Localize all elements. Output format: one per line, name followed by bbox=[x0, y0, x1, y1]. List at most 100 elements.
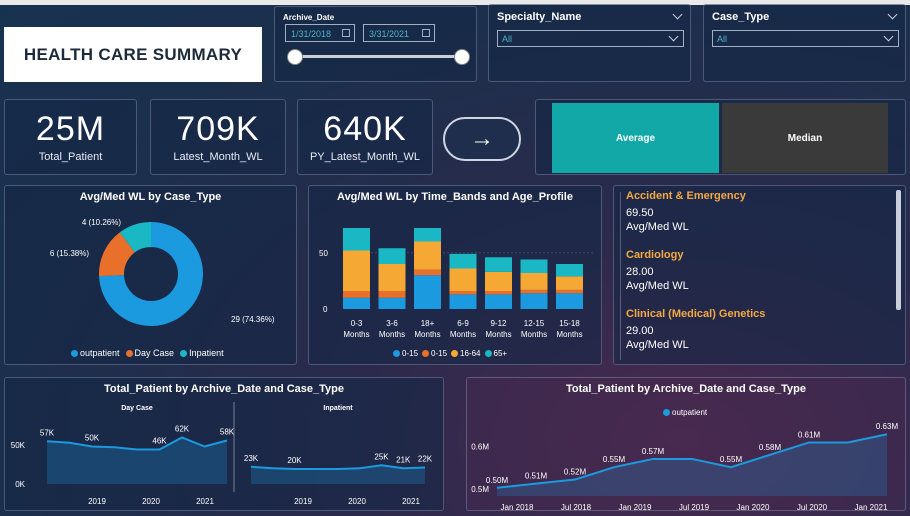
range-handle-end[interactable] bbox=[454, 49, 470, 65]
data-label: 25K bbox=[374, 452, 389, 461]
donut-chart-panel: Avg/Med WL by Case_Type 29 (74.36%) 6 (15… bbox=[4, 185, 297, 365]
bar-segment bbox=[414, 275, 441, 309]
donut-legend: outpatient Day Case Inpatient bbox=[71, 348, 224, 358]
kpi-label: Total_Patient bbox=[38, 151, 103, 163]
y-tick-label: 50 bbox=[319, 249, 328, 258]
data-label: 62K bbox=[175, 425, 190, 434]
x-tick-label: 15-18 bbox=[559, 319, 580, 328]
next-page-button[interactable]: → bbox=[443, 117, 521, 161]
x-tick-label: 9-12 bbox=[490, 319, 507, 328]
x-tick-label: 0-3 bbox=[351, 319, 363, 328]
kpi-value: 25M bbox=[35, 110, 106, 148]
kpi-latest-month-wl: 709K Latest_Month_WL bbox=[150, 99, 286, 175]
x-tick-label: Jan 2020 bbox=[737, 503, 770, 512]
chevron-down-icon bbox=[668, 31, 679, 42]
data-label: 20K bbox=[287, 456, 302, 465]
median-label: Median bbox=[787, 132, 823, 144]
collapse-chevron-icon[interactable] bbox=[672, 9, 683, 20]
scrollbar-thumb[interactable] bbox=[896, 190, 901, 310]
bar-segment bbox=[343, 297, 370, 309]
x-tick-label-unit: Months bbox=[521, 330, 547, 339]
bar-segment bbox=[449, 268, 477, 291]
specialty-slicer[interactable]: Specialty_Name All bbox=[488, 4, 691, 82]
data-label: 46K bbox=[152, 437, 167, 446]
x-tick-label: 2021 bbox=[196, 497, 214, 506]
date-slicer-title: Archive_Date bbox=[283, 13, 335, 22]
calendar-icon[interactable] bbox=[342, 29, 350, 37]
x-tick-label: 2019 bbox=[294, 497, 312, 506]
donut-chart[interactable]: 29 (74.36%) 6 (15.38%) 4 (10.26%) bbox=[5, 204, 298, 354]
specialty-card: Cardiology 28.00 Avg/Med WL bbox=[626, 249, 689, 292]
legend-item-age-0-15[interactable]: 0-15 bbox=[393, 349, 418, 358]
x-tick-label: 2019 bbox=[88, 497, 106, 506]
range-handle-start[interactable] bbox=[287, 49, 303, 65]
specialty-name: Accident & Emergency bbox=[626, 190, 746, 202]
case-type-dropdown[interactable]: All bbox=[712, 30, 899, 47]
arrow-right-icon: → bbox=[470, 125, 494, 152]
legend-item-age-65-plus[interactable]: 65+ bbox=[484, 349, 507, 358]
case-type-slicer[interactable]: Case_Type All bbox=[703, 4, 906, 82]
bar-segment bbox=[556, 264, 583, 277]
y-tick-label: 0 bbox=[323, 305, 328, 314]
small-multiples-title: Total_Patient by Archive_Date and Case_T… bbox=[103, 383, 345, 395]
start-date-value: 1/31/2018 bbox=[291, 29, 332, 39]
series-line bbox=[250, 464, 426, 470]
donut-data-label: 4 (10.26%) bbox=[82, 218, 121, 227]
small-multiples-chart[interactable]: 50K 0K Day Case 57K 50K 46K 62K 58K 2019 2020 2021… bbox=[5, 400, 445, 510]
bar-segment bbox=[378, 248, 406, 264]
y-tick-label: 50K bbox=[11, 441, 26, 450]
end-date-input[interactable]: 3/31/2021 bbox=[363, 24, 435, 42]
collapse-chevron-icon[interactable] bbox=[887, 9, 898, 20]
y-tick-label: 0K bbox=[15, 480, 25, 489]
data-label: 21K bbox=[396, 455, 411, 464]
kpi-py-latest-month-wl: 640K PY_Latest_Month_WL bbox=[297, 99, 433, 175]
kpi-total-patient: 25M Total_Patient bbox=[4, 99, 137, 175]
date-slicer[interactable]: Archive_Date 1/31/2018 3/31/2021 bbox=[274, 6, 477, 82]
bar-segment bbox=[414, 269, 441, 276]
median-toggle-button[interactable]: Median bbox=[722, 103, 888, 173]
calendar-icon[interactable] bbox=[422, 29, 430, 37]
date-range-track bbox=[295, 55, 463, 58]
bar-segment bbox=[556, 289, 583, 294]
data-label: 0.50M bbox=[486, 476, 509, 485]
x-tick-label: Jan 2019 bbox=[619, 503, 652, 512]
specialty-name: Cardiology bbox=[626, 249, 684, 261]
bar-segment bbox=[556, 293, 583, 309]
bar-segment bbox=[449, 291, 477, 295]
bar-segment bbox=[556, 276, 583, 290]
legend-item-outpatient: outpatient bbox=[672, 408, 708, 417]
data-label: 0.61M bbox=[798, 430, 821, 439]
data-label: 0.51M bbox=[525, 472, 548, 481]
divider bbox=[620, 192, 621, 360]
stacked-bar-title: Avg/Med WL by Time_Bands and Age_Profile bbox=[337, 191, 573, 203]
start-date-input[interactable]: 1/31/2018 bbox=[285, 24, 355, 42]
legend-item-outpatient[interactable]: outpatient bbox=[71, 348, 120, 358]
average-toggle-button[interactable]: Average bbox=[552, 103, 719, 173]
specialty-label: Avg/Med WL bbox=[626, 221, 689, 233]
outpatient-legend[interactable]: outpatient bbox=[663, 408, 707, 417]
x-tick-label-unit: Months bbox=[556, 330, 582, 339]
bar-segment bbox=[378, 297, 406, 309]
specialty-label: Avg/Med WL bbox=[626, 280, 689, 292]
panel-title: Day Case bbox=[121, 405, 153, 412]
page-title: HEALTH CARE SUMMARY bbox=[4, 27, 262, 82]
stacked-bar-chart[interactable]: 0 50 0-3 Months 3-6 Months 18+ Months 6-9 Months 9… bbox=[309, 204, 603, 344]
outpatient-chart-panel: Total_Patient by Archive_Date and Case_T… bbox=[466, 377, 907, 513]
data-label: 0.58M bbox=[759, 443, 782, 452]
x-tick-label: Jul 2020 bbox=[797, 503, 828, 512]
specialty-card: Clinical (Medical) Genetics 29.00 Avg/Me… bbox=[626, 308, 765, 351]
bar-segment bbox=[343, 228, 370, 251]
outpatient-chart-title: Total_Patient by Archive_Date and Case_T… bbox=[565, 383, 807, 395]
legend-item-age-0-15-b[interactable]: 0-15 bbox=[422, 349, 447, 358]
data-label: 50K bbox=[85, 434, 100, 443]
legend-item-inpatient[interactable]: Inpatient bbox=[180, 348, 224, 358]
bar-segment bbox=[449, 253, 477, 269]
bar-segment bbox=[414, 241, 441, 270]
outpatient-line-chart[interactable]: 0.6M 0.5M0.50M 0.51M 0.52M 0.55M 0.57M 0.55M 0.… bbox=[467, 418, 907, 513]
legend-item-day-case[interactable]: Day Case bbox=[125, 348, 174, 358]
data-label: 0.63M bbox=[876, 422, 899, 431]
bar-segment bbox=[343, 250, 370, 291]
specialty-dropdown[interactable]: All bbox=[497, 30, 684, 47]
legend-item-age-16-64[interactable]: 16-64 bbox=[451, 349, 481, 358]
x-tick-label: 2020 bbox=[348, 497, 366, 506]
